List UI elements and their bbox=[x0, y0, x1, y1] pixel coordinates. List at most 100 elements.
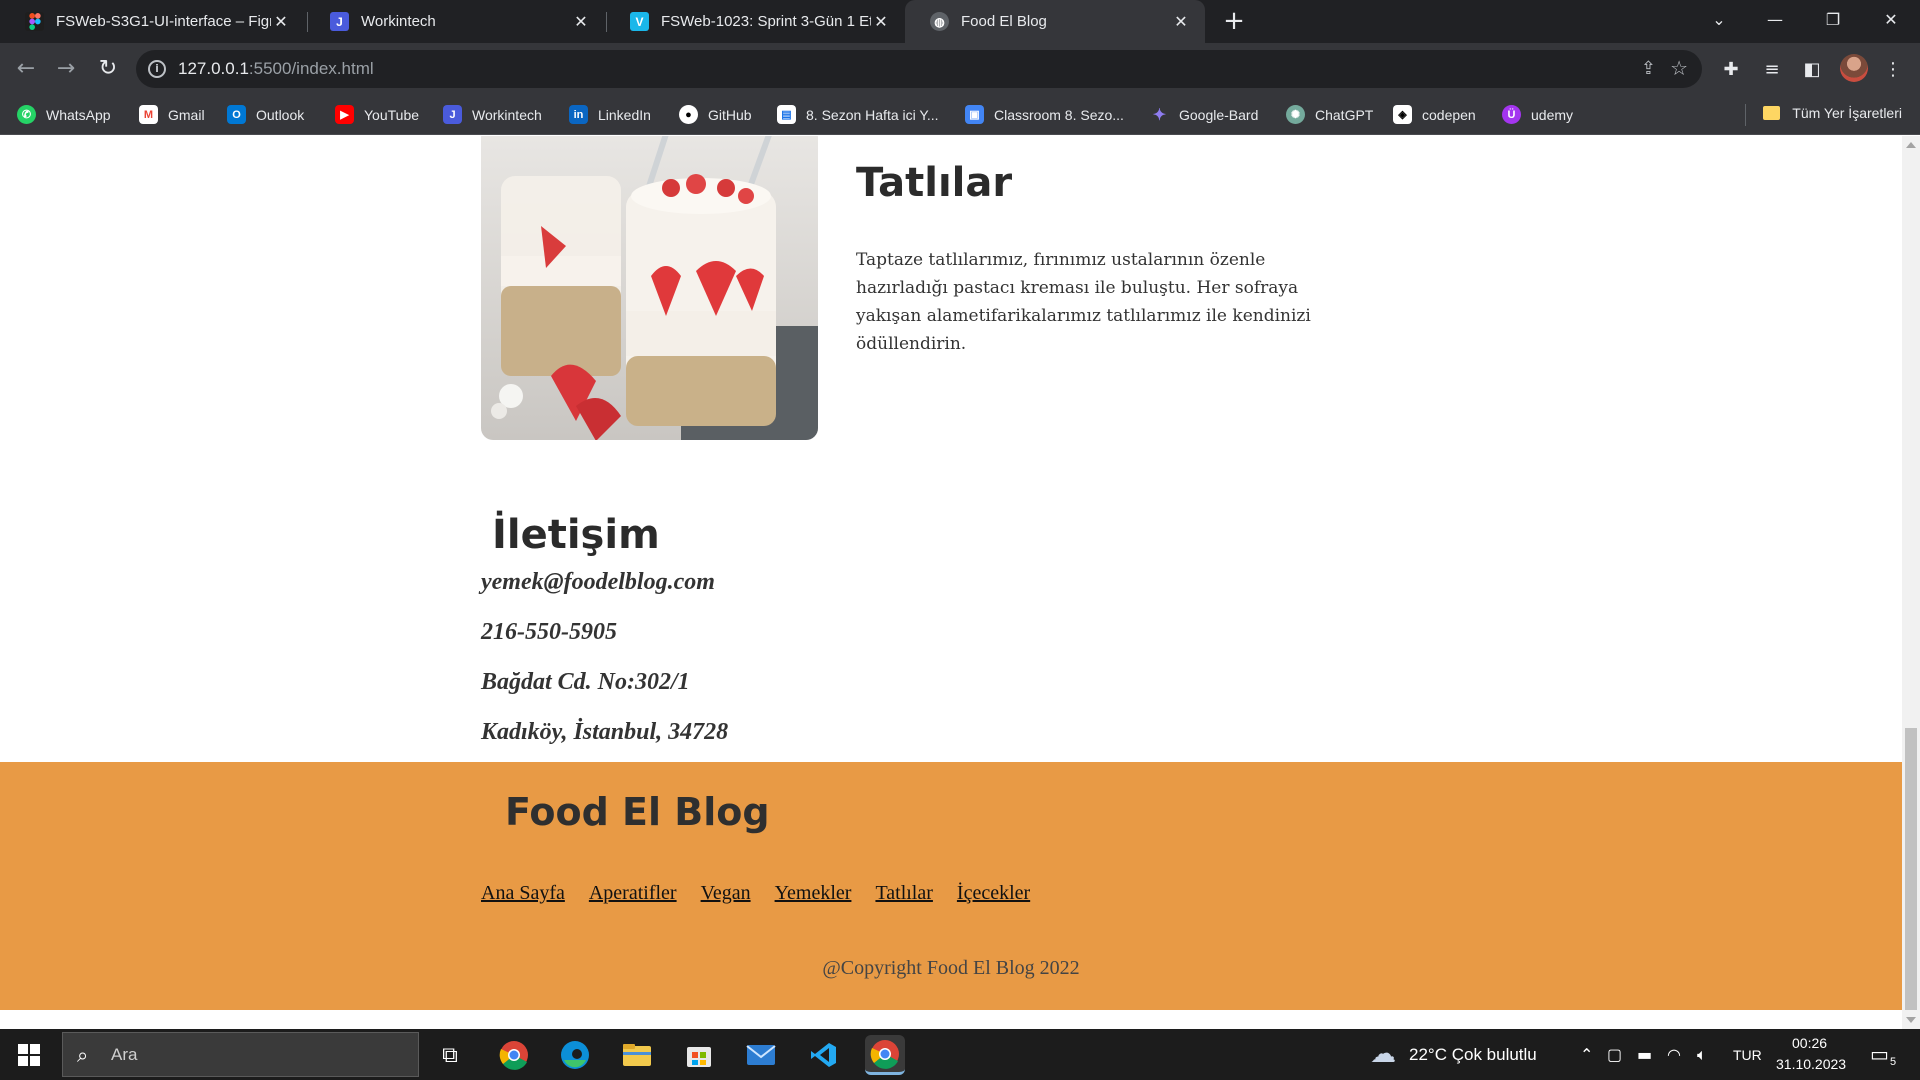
notification-count: 5 bbox=[1888, 1056, 1899, 1068]
windows-start-button[interactable] bbox=[18, 1044, 40, 1066]
taskbar-search-box[interactable]: ⌕ Ara bbox=[62, 1032, 419, 1077]
browser-toolbar: ← → ↻ i 127.0.0.1:5500/index.html ⇪ ☆ ✚ … bbox=[0, 43, 1920, 95]
scroll-down-arrow[interactable] bbox=[1906, 1017, 1916, 1023]
scroll-up-arrow[interactable] bbox=[1906, 142, 1916, 148]
site-info-icon[interactable]: i bbox=[148, 60, 166, 78]
battery-icon[interactable]: ▬ bbox=[1637, 1045, 1652, 1064]
tab-title: Workintech bbox=[361, 13, 436, 30]
tab-title: Food El Blog bbox=[961, 13, 1047, 30]
edge-taskbar-icon[interactable] bbox=[555, 1035, 595, 1075]
linkedin-icon: in bbox=[569, 105, 588, 124]
vimeo-icon: V bbox=[630, 12, 649, 31]
url-host: 127.0.0.1 bbox=[178, 59, 249, 78]
bookmark-label: udemy bbox=[1531, 106, 1574, 123]
footer-link-icecekler[interactable]: İçecekler bbox=[957, 882, 1030, 905]
weather-cloud-icon[interactable]: ☁ bbox=[1370, 1039, 1396, 1069]
volume-icon[interactable]: 🔈︎ bbox=[1697, 1045, 1707, 1065]
bookmark-whatsapp[interactable]: ✆ WhatsApp bbox=[17, 105, 111, 124]
bookmark-star-icon[interactable]: ☆ bbox=[1670, 56, 1688, 80]
url-text: 127.0.0.1:5500/index.html bbox=[178, 59, 374, 79]
side-panel-icon[interactable]: ◧ bbox=[1799, 57, 1825, 83]
weather-text[interactable]: 22°C Çok bulutlu bbox=[1409, 1045, 1537, 1065]
tab-figma[interactable]: FSWeb-S3G1-UI-interface – Figm ✕ bbox=[0, 0, 305, 43]
all-bookmarks-label: Tüm Yer İşaretleri bbox=[1792, 105, 1902, 121]
bookmark-label: codepen bbox=[1422, 106, 1476, 123]
minimize-button[interactable]: — bbox=[1750, 0, 1800, 43]
forward-button[interactable]: → bbox=[50, 53, 82, 85]
menu-icon[interactable]: ⋮ bbox=[1880, 57, 1906, 83]
back-button[interactable]: ← bbox=[10, 53, 42, 85]
close-icon[interactable]: ✕ bbox=[871, 12, 891, 32]
footer-nav: Ana Sayfa Aperatifler Vegan Yemekler Tat… bbox=[481, 882, 1030, 905]
tab-search-button[interactable]: ⌄ bbox=[1694, 0, 1744, 43]
bookmark-label: Gmail bbox=[168, 106, 205, 123]
bookmark-8-sezon[interactable]: ▤ 8. Sezon Hafta ici Y... bbox=[777, 105, 939, 124]
meet-now-icon[interactable]: ▢ bbox=[1607, 1045, 1622, 1064]
reload-button[interactable]: ↻ bbox=[92, 53, 124, 85]
tab-vimeo[interactable]: V FSWeb-1023: Sprint 3-Gün 1 Etü ✕ bbox=[605, 0, 905, 43]
bookmark-label: GitHub bbox=[708, 106, 752, 123]
scrollbar-thumb[interactable] bbox=[1905, 728, 1917, 1010]
footer-link-aperatifler[interactable]: Aperatifler bbox=[589, 882, 677, 905]
gmail-icon: M bbox=[139, 105, 158, 124]
github-icon: ● bbox=[679, 105, 698, 124]
bookmark-google-bard[interactable]: ✦ Google-Bard bbox=[1150, 105, 1259, 124]
footer-title: Food El Blog bbox=[505, 790, 770, 834]
notifications-icon[interactable]: ▭ bbox=[1870, 1042, 1889, 1066]
close-icon[interactable]: ✕ bbox=[1171, 12, 1191, 32]
footer-link-tatlilar[interactable]: Tatlılar bbox=[875, 882, 932, 905]
all-bookmarks-folder[interactable]: Tüm Yer İşaretleri bbox=[1763, 105, 1902, 121]
page-scrollbar[interactable] bbox=[1902, 136, 1920, 1029]
doc-icon: ▤ bbox=[777, 105, 796, 124]
workintech-icon: J bbox=[443, 105, 462, 124]
close-window-button[interactable]: ✕ bbox=[1866, 0, 1916, 43]
bookmark-youtube[interactable]: ▶ YouTube bbox=[335, 105, 419, 124]
figma-icon bbox=[25, 12, 44, 31]
youtube-icon: ▶ bbox=[335, 105, 354, 124]
vscode-taskbar-icon[interactable] bbox=[803, 1035, 843, 1075]
url-path: :5500/index.html bbox=[248, 59, 374, 78]
extensions-icon[interactable]: ✚ bbox=[1718, 57, 1744, 83]
bookmark-label: Google-Bard bbox=[1179, 106, 1259, 123]
bookmark-github[interactable]: ● GitHub bbox=[679, 105, 752, 124]
bookmark-classroom[interactable]: ▣ Classroom 8. Sezo... bbox=[965, 105, 1124, 124]
mail-taskbar-icon[interactable] bbox=[741, 1035, 781, 1075]
close-icon[interactable]: ✕ bbox=[271, 12, 291, 32]
close-icon[interactable]: ✕ bbox=[571, 12, 591, 32]
footer-link-vegan[interactable]: Vegan bbox=[701, 882, 751, 905]
chrome-active-taskbar-icon[interactable] bbox=[865, 1035, 905, 1075]
clock-date[interactable]: 31.10.2023 bbox=[1776, 1056, 1846, 1072]
profile-avatar[interactable] bbox=[1840, 54, 1868, 82]
bookmark-chatgpt[interactable]: ✺ ChatGPT bbox=[1286, 105, 1373, 124]
new-tab-button[interactable]: + bbox=[1218, 6, 1250, 38]
chrome-taskbar-icon[interactable] bbox=[494, 1035, 534, 1075]
bookmark-gmail[interactable]: M Gmail bbox=[139, 105, 205, 124]
tab-workintech[interactable]: J Workintech ✕ bbox=[305, 0, 605, 43]
address-bar[interactable]: i 127.0.0.1:5500/index.html ⇪ ☆ bbox=[136, 50, 1702, 88]
footer-link-ana-sayfa[interactable]: Ana Sayfa bbox=[481, 882, 565, 905]
bookmark-label: 8. Sezon Hafta ici Y... bbox=[806, 106, 939, 123]
restore-button[interactable]: ❐ bbox=[1808, 0, 1858, 43]
tab-food-el-blog[interactable]: ◍ Food El Blog ✕ bbox=[905, 0, 1205, 43]
clock-time[interactable]: 00:26 bbox=[1792, 1035, 1827, 1051]
browser-tab-bar: FSWeb-S3G1-UI-interface – Figm ✕ J Worki… bbox=[0, 0, 1920, 43]
chevron-up-icon[interactable]: ⌃ bbox=[1580, 1045, 1593, 1064]
bookmark-workintech[interactable]: J Workintech bbox=[443, 105, 542, 124]
windows-taskbar: ⌕ Ara ⧉ ☁ 22°C Çok bulutlu ⌃ ▢ ▬ ◠ 🔈︎ TU… bbox=[0, 1029, 1920, 1080]
media-control-icon[interactable]: ≡ bbox=[1759, 57, 1785, 83]
bookmark-outlook[interactable]: O Outlook bbox=[227, 105, 304, 124]
file-explorer-taskbar-icon[interactable] bbox=[617, 1035, 657, 1075]
share-icon[interactable]: ⇪ bbox=[1641, 58, 1656, 79]
bookmark-codepen[interactable]: ◈ codepen bbox=[1393, 105, 1476, 124]
language-indicator[interactable]: TUR bbox=[1733, 1047, 1762, 1063]
bookmark-udemy[interactable]: Üudemy bbox=[1502, 105, 1573, 124]
footer-link-yemekler[interactable]: Yemekler bbox=[775, 882, 852, 905]
bookmark-label: LinkedIn bbox=[598, 106, 651, 123]
bookmark-linkedin[interactable]: in LinkedIn bbox=[569, 105, 651, 124]
bookmark-label: Classroom 8. Sezo... bbox=[994, 106, 1124, 123]
bookmarks-bar: ✆ WhatsApp M Gmail O Outlook ▶ YouTube J Work… bbox=[0, 95, 1920, 135]
wifi-icon[interactable]: ◠ bbox=[1667, 1045, 1681, 1064]
task-view-icon[interactable]: ⧉ bbox=[430, 1035, 470, 1075]
microsoft-store-taskbar-icon[interactable] bbox=[679, 1035, 719, 1075]
tab-title: FSWeb-S3G1-UI-interface – Figm bbox=[56, 13, 271, 30]
